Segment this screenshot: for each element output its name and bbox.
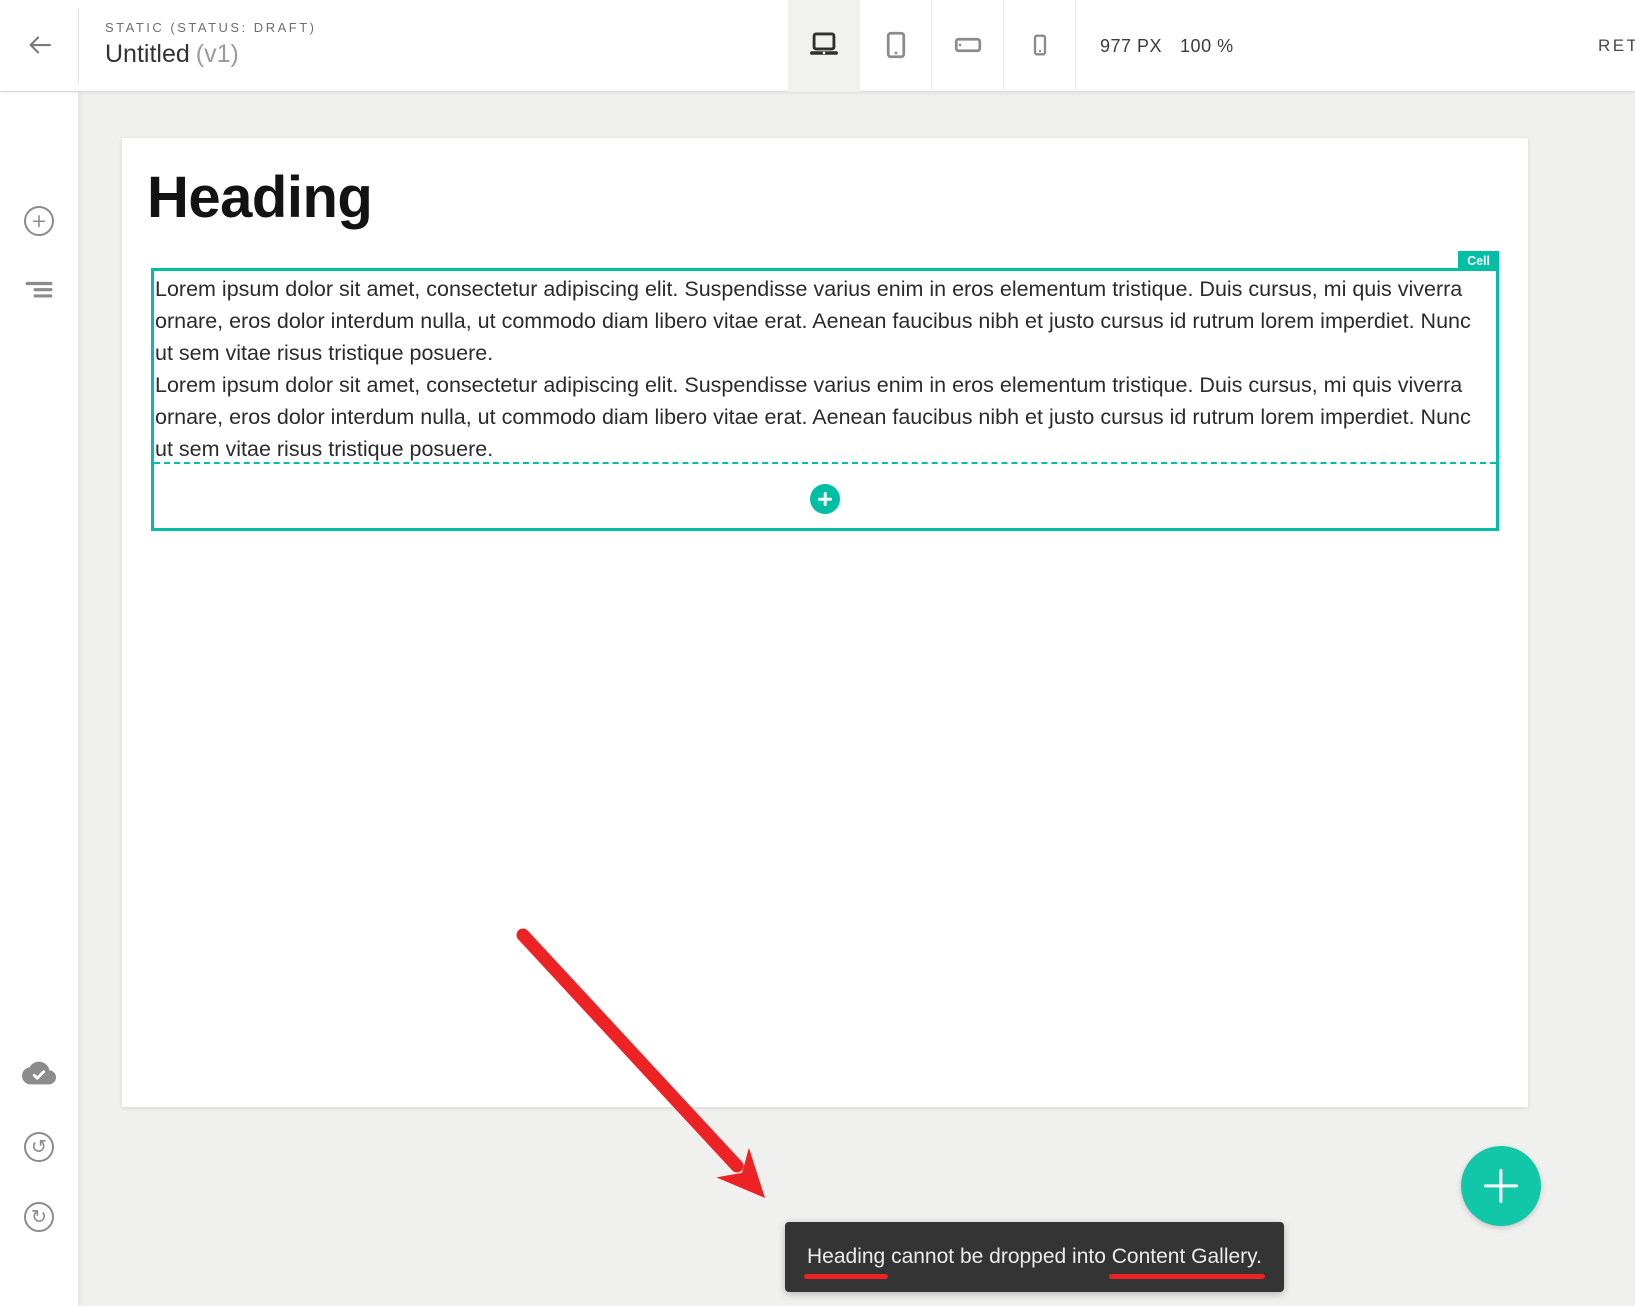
page-editor: STATIC (STATUS: DRAFT) Untitled(v1) 977 … xyxy=(0,0,1635,1306)
add-component-button[interactable]: + xyxy=(24,206,54,236)
header-bar: STATIC (STATUS: DRAFT) Untitled(v1) 977 … xyxy=(0,0,1635,92)
zoom-level-label: 100 % xyxy=(1180,36,1234,57)
tooltip-message: Heading cannot be dropped into Content G… xyxy=(807,1245,1262,1269)
mobile-portrait-icon xyxy=(1027,32,1053,61)
tooltip-target: Content Gallery. xyxy=(1112,1245,1262,1269)
editor-canvas: Heading Cell Lorem ipsum dolor sit amet,… xyxy=(78,92,1635,1306)
heading-component[interactable]: Heading xyxy=(147,164,372,231)
viewport-info: 977 PX 100 % xyxy=(1100,0,1234,92)
review-button[interactable]: RET xyxy=(1598,0,1635,92)
page-title: Untitled(v1) xyxy=(105,40,316,69)
redo-icon: ↻ xyxy=(24,1202,54,1232)
tooltip-subject: Heading xyxy=(807,1245,885,1269)
undo-button[interactable]: ↺ xyxy=(24,1132,54,1162)
page-preview: Heading Cell Lorem ipsum dolor sit amet,… xyxy=(122,138,1528,1107)
version-label: (v1) xyxy=(196,40,239,68)
outline-list-icon xyxy=(23,276,55,305)
cell-text: Lorem ipsum dolor sit amet, consectetur … xyxy=(155,273,1490,465)
arrow-left-icon xyxy=(25,30,55,63)
tooltip-connector: cannot be dropped into xyxy=(885,1245,1112,1268)
add-component-fab[interactable] xyxy=(1461,1146,1541,1226)
undo-icon: ↺ xyxy=(24,1132,54,1162)
device-tab-group xyxy=(788,0,1076,92)
tablet-portrait-icon xyxy=(881,30,911,63)
drop-indicator-line xyxy=(154,462,1496,464)
redo-button[interactable]: ↻ xyxy=(24,1202,54,1232)
back-button[interactable] xyxy=(18,24,62,68)
mobile-landscape-icon xyxy=(953,30,983,63)
drop-error-tooltip: Heading cannot be dropped into Content G… xyxy=(785,1222,1284,1292)
page-structure-button[interactable] xyxy=(23,276,55,305)
device-tab-mobile-portrait[interactable] xyxy=(1004,0,1076,92)
plus-icon xyxy=(810,484,840,514)
add-circle-icon: + xyxy=(24,206,54,236)
viewport-width-label: 977 PX xyxy=(1100,36,1162,57)
save-status xyxy=(22,1060,56,1091)
divider xyxy=(78,8,79,84)
device-tab-mobile-landscape[interactable] xyxy=(932,0,1004,92)
laptop-icon xyxy=(807,28,841,65)
plus-icon xyxy=(1461,1146,1541,1226)
cell-paragraph[interactable]: Lorem ipsum dolor sit amet, consectetur … xyxy=(155,369,1490,465)
device-tab-tablet-portrait[interactable] xyxy=(860,0,932,92)
status-label: STATIC (STATUS: DRAFT) xyxy=(105,20,316,35)
cloud-saved-icon xyxy=(22,1060,56,1091)
sidebar: + ↺ ↻ xyxy=(0,92,78,1306)
document-title-block: STATIC (STATUS: DRAFT) Untitled(v1) xyxy=(105,20,316,69)
device-tab-laptop[interactable] xyxy=(788,0,860,92)
add-in-cell-button[interactable] xyxy=(810,484,840,514)
cell-badge: Cell xyxy=(1458,251,1499,272)
cell-paragraph[interactable]: Lorem ipsum dolor sit amet, consectetur … xyxy=(155,273,1490,369)
selected-cell[interactable]: Cell Lorem ipsum dolor sit amet, consect… xyxy=(151,268,1499,531)
